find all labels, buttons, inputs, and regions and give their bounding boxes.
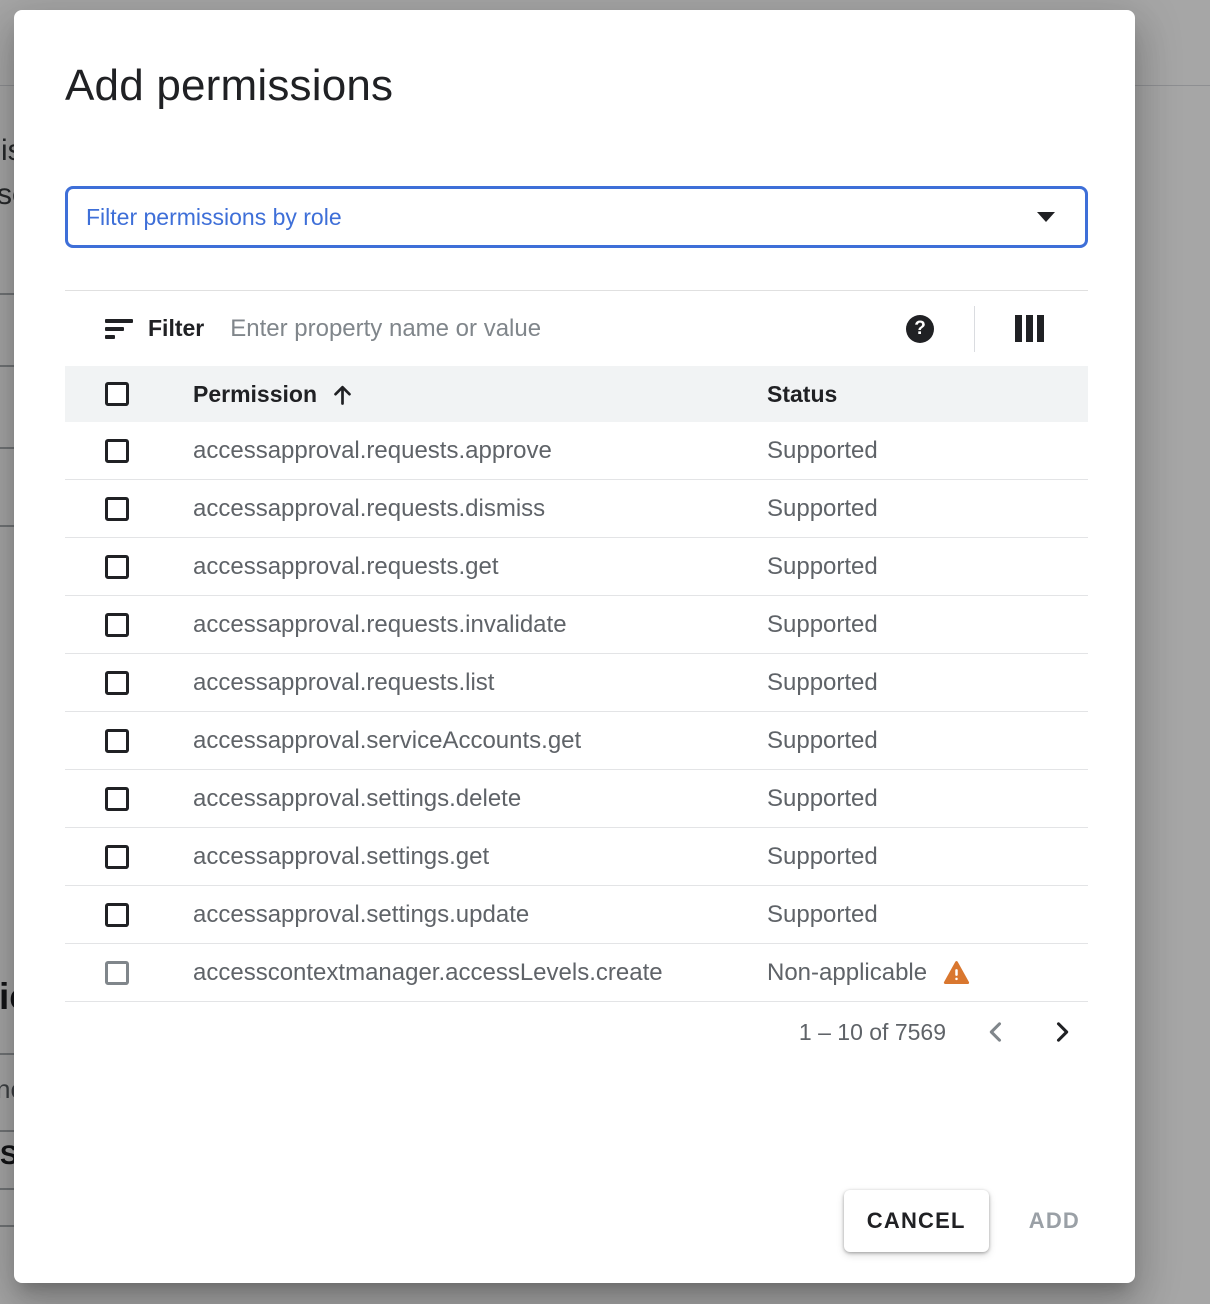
column-display-icon[interactable] [1015,315,1044,342]
table-row: accesscontextmanager.accessLevels.create… [65,944,1088,1002]
permissions-table: Filter ? Permission Status accessapprova… [65,290,1088,1062]
row-checkbox[interactable] [105,671,129,695]
select-all-checkbox[interactable] [105,382,129,406]
status-text: Supported [767,843,878,871]
add-button[interactable]: ADD [1029,1208,1080,1234]
status-cell: Supported [767,843,878,871]
row-checkbox[interactable] [105,845,129,869]
status-text: Supported [767,669,878,697]
table-row: accessapproval.requests.invalidate Suppo… [65,596,1088,654]
sort-ascending-icon[interactable] [329,381,356,408]
cancel-button[interactable]: CANCEL [844,1190,989,1252]
status-text: Supported [767,901,878,929]
table-row: accessapproval.settings.get Supported [65,828,1088,886]
table-row: accessapproval.settings.delete Supported [65,770,1088,828]
table-row: accessapproval.serviceAccounts.get Suppo… [65,712,1088,770]
permission-column-label: Permission [193,381,317,408]
permission-column-header[interactable]: Permission [193,381,767,408]
row-checkbox[interactable] [105,961,129,985]
status-cell: Supported [767,437,878,465]
status-text: Supported [767,437,878,465]
status-cell: Supported [767,611,878,639]
row-checkbox[interactable] [105,613,129,637]
permission-cell: accessapproval.settings.update [193,901,767,929]
dialog-title: Add permissions [65,60,1088,112]
table-row: accessapproval.requests.get Supported [65,538,1088,596]
status-column-header: Status [767,381,837,408]
help-icon[interactable]: ? [906,315,934,343]
table-row: accessapproval.requests.approve Supporte… [65,422,1088,480]
permission-cell: accessapproval.requests.dismiss [193,495,767,523]
status-text: Supported [767,611,878,639]
status-text: Supported [767,785,878,813]
status-text: Supported [767,495,878,523]
chevron-down-icon [1037,212,1055,222]
warning-icon [943,960,970,985]
row-checkbox[interactable] [105,555,129,579]
table-row: accessapproval.settings.update Supported [65,886,1088,944]
table-filter-toolbar: Filter ? [65,290,1088,366]
status-cell: Supported [767,727,878,755]
status-cell: Supported [767,669,878,697]
row-checkbox[interactable] [105,729,129,753]
row-checkbox[interactable] [105,787,129,811]
permission-cell: accessapproval.settings.delete [193,785,767,813]
permission-cell: accessapproval.requests.approve [193,437,767,465]
status-cell: Supported [767,495,878,523]
status-cell: Supported [767,785,878,813]
permission-cell: accessapproval.settings.get [193,843,767,871]
status-cell: Non-applicable [767,959,970,987]
status-text: Non-applicable [767,959,927,987]
pagination-range: 1 – 10 of 7569 [799,1019,946,1046]
role-filter-select[interactable]: Filter permissions by role [65,186,1088,248]
filter-input[interactable] [230,315,906,343]
table-body: accessapproval.requests.approve Supporte… [65,422,1088,1002]
status-cell: Supported [767,553,878,581]
pagination-bar: 1 – 10 of 7569 [65,1002,1088,1062]
role-filter-label: Filter permissions by role [86,204,342,231]
status-cell: Supported [767,901,878,929]
row-checkbox[interactable] [105,497,129,521]
row-checkbox[interactable] [105,903,129,927]
permission-cell: accesscontextmanager.accessLevels.create [193,959,767,987]
add-permissions-dialog: Add permissions Filter permissions by ro… [14,10,1135,1283]
table-header-row: Permission Status [65,366,1088,422]
table-row: accessapproval.requests.dismiss Supporte… [65,480,1088,538]
status-text: Supported [767,727,878,755]
dialog-actions: CANCEL ADD [844,1190,1080,1252]
filter-label: Filter [148,315,204,342]
chevron-left-icon[interactable] [976,1012,1016,1052]
permission-cell: accessapproval.serviceAccounts.get [193,727,767,755]
table-row: accessapproval.requests.list Supported [65,654,1088,712]
permission-cell: accessapproval.requests.invalidate [193,611,767,639]
permission-cell: accessapproval.requests.list [193,669,767,697]
chevron-right-icon[interactable] [1042,1012,1082,1052]
status-text: Supported [767,553,878,581]
permission-cell: accessapproval.requests.get [193,553,767,581]
row-checkbox[interactable] [105,439,129,463]
filter-icon [105,319,133,339]
toolbar-divider [974,306,975,352]
